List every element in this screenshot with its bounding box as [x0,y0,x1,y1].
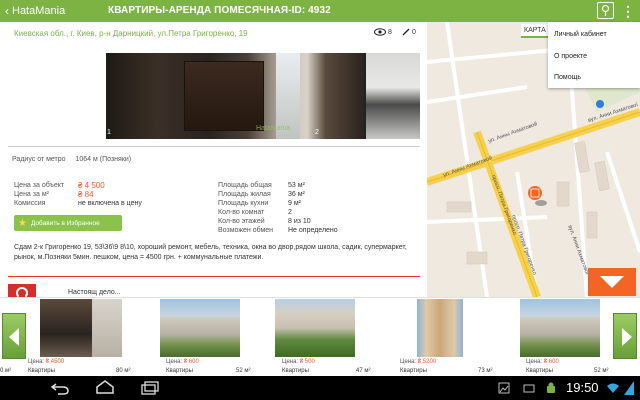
rooms-label: Кол-во комнат [218,209,265,216]
battery-icon [624,381,634,395]
thumbnail-type: Квартиры [28,368,55,374]
listing-photo-2[interactable] [366,53,420,139]
expand-down-button[interactable] [588,268,636,296]
strip-next-button[interactable] [613,313,637,359]
thumbnail-area: 0 м² [0,368,12,374]
metro-radius-value: 1064 м (Позняки) [75,156,132,163]
floors-value: 8 из 10 [288,218,311,225]
agency-text: Настоящ дело... [68,289,121,296]
add-to-favorites-button[interactable]: ★ Добавить в Избранное [14,215,122,231]
price-sqm-value: ₴ 84 [78,190,94,199]
eye-icon [374,28,386,36]
exchange-label: Возможен обмен [218,227,274,234]
thumbnail-price: Цена: ₴ 4500 [28,359,65,365]
listing-photo-1[interactable] [106,53,364,139]
back-chevron-icon[interactable]: ‹ [5,4,9,18]
menu-item-about[interactable]: О проекте [554,53,587,60]
map-pin-icon [601,4,610,16]
photo-gallery[interactable]: 1 2 HataMania [106,53,420,139]
rooms-value: 2 [288,209,292,216]
thumbnail-image[interactable] [160,299,240,357]
arrow-right-icon [622,328,632,346]
pencil-icon [402,28,410,36]
thumbnail-type: Квартиры [282,368,309,374]
photo-watermark: HataMania [256,125,290,132]
area-total-label: Площадь общая [218,182,272,189]
thumbnail-area: 80 м² [116,368,131,374]
screenshot-notification-icon [523,384,535,393]
overflow-menu: Личный кабинет О проекте Помощь [548,22,640,88]
listing-description: Сдам 2-к Григоренко 19, 53\36\9 8\10, хо… [14,244,407,261]
location-pin-button[interactable] [597,2,614,19]
area-kitchen-label: Площадь кухни [218,200,269,207]
thumbnail-type: Квартиры [526,368,553,374]
back-icon[interactable] [50,381,70,395]
arrow-left-icon [9,328,19,346]
area-living-value: 36 м² [288,191,305,198]
photo-number-2: 2 [315,129,319,136]
views-counter: 8 [374,28,392,36]
wifi-icon [607,383,619,393]
status-clock: 19:50 [566,380,599,395]
thumbnail-image[interactable] [40,299,92,357]
divider [8,276,420,277]
thumbnail-image[interactable] [417,299,463,357]
metro-radius-label: Радиус от метро [12,156,66,163]
floors-label: Кол-во этажей [218,218,265,225]
star-icon: ★ [18,217,27,229]
thumbnail-area: 73 м² [478,368,493,374]
metro-radius: Радиус от метро 1064 м (Позняки) [12,156,131,163]
thumbnail-price: Цена: ₴ 5200 [400,359,437,365]
add-to-favorites-label: Добавить в Избранное [30,219,100,227]
strip-prev-button[interactable] [2,313,26,359]
thumbnail-image[interactable] [92,299,122,357]
menu-item-account[interactable]: Личный кабинет [554,31,607,38]
thumbnail-area: 47 м² [356,368,371,374]
price-sqm-label: Цена за м² [14,191,49,198]
divider [8,146,420,147]
page-title: КВАРТИРЫ-АРЕНДА ПОМЕСЯЧНАЯ-ID: 4932 [108,5,331,16]
gallery-notification-icon [498,382,510,394]
listing-address[interactable]: Киевская обл., г. Киев, р-н Дарницкий, у… [14,29,248,38]
thumbnail-price: Цена: ₴ 500 [282,359,315,365]
overflow-menu-icon[interactable]: ⋮ [621,3,635,19]
photo-number-1: 1 [107,129,111,136]
thumbnail-image[interactable] [275,299,355,357]
price-object-label: Цена за объект [14,182,65,189]
thumbnail-type: Квартиры [166,368,193,374]
area-total-value: 53 м² [288,182,305,189]
arrow-down-icon [600,276,624,288]
app-name: HataMania [12,5,66,17]
home-icon[interactable] [94,380,116,394]
thumbnail-price: Цена: ₴ 600 [526,359,559,365]
app-logo[interactable]: ‹ HataMania [5,4,65,18]
recent-apps-icon[interactable] [140,381,160,395]
agency-logo[interactable] [8,284,36,299]
views-count: 8 [388,28,392,36]
thumbnail-type: Квартиры [400,368,427,374]
thumbnail-area: 52 м² [236,368,251,374]
thumbnail-area: 52 м² [594,368,609,374]
area-living-label: Площадь жилая [218,191,271,198]
edits-counter: 0 [402,28,416,36]
thumbnail-price: Цена: ₴ 600 [166,359,199,365]
android-notification-icon [547,382,555,393]
commission-label: Комиссия [14,200,46,207]
area-kitchen-value: 9 м² [288,200,301,207]
price-object-value: ₴ 4 500 [78,181,105,190]
menu-item-help[interactable]: Помощь [554,74,581,81]
commission-value: не включена в цену [78,200,142,207]
edits-count: 0 [412,28,416,36]
thumbnail-image[interactable] [520,299,600,357]
exchange-value: Не определено [288,227,338,234]
